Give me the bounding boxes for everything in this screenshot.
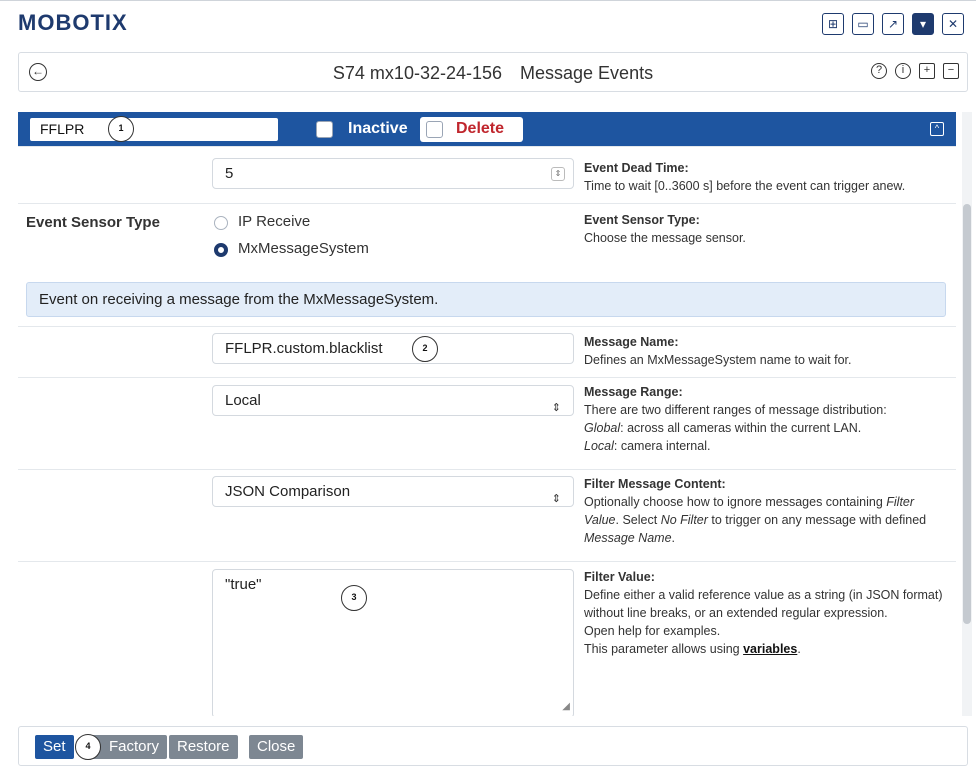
message-range-select[interactable]: Local ⇕ bbox=[212, 385, 574, 416]
filter-content-row: JSON Comparison ⇕ Filter Message Content… bbox=[18, 469, 956, 561]
dead-time-help-text: Time to wait [0..3600 s] before the even… bbox=[584, 179, 906, 193]
message-range-help-line1: There are two different ranges of messag… bbox=[584, 403, 887, 417]
filter-content-help-d: . bbox=[671, 531, 676, 545]
message-name-help-title: Message Name bbox=[584, 335, 675, 349]
expand-icon[interactable]: + bbox=[919, 63, 935, 79]
footer-bar: Set Factory Restore Close 4 bbox=[18, 726, 968, 766]
camera-name: S74 mx10-32-24-156 bbox=[332, 63, 503, 83]
filter-content-help-title: Filter Message Content bbox=[584, 477, 722, 491]
profile-name-input[interactable]: FFLPR bbox=[30, 118, 278, 141]
sensor-type-row: Event Sensor Type IP Receive MxMessageSy… bbox=[18, 203, 956, 269]
callout-badge-2: 2 bbox=[412, 336, 438, 362]
grid-icon[interactable]: ⊞ bbox=[822, 13, 844, 35]
radio-mxmessagesystem-label[interactable]: MxMessageSystem bbox=[238, 240, 369, 257]
title-bar: ← S74 mx10-32-24-156 Message Events ? i +… bbox=[18, 52, 968, 92]
brand-bar: MOBOTIX ⊞ ▭ ↗ ▾ ✕ bbox=[0, 0, 976, 44]
dead-time-value: 5 bbox=[225, 165, 234, 182]
filter-content-value: JSON Comparison bbox=[225, 483, 351, 500]
select-arrow-icon: ⇕ bbox=[551, 402, 561, 414]
set-button[interactable]: Set bbox=[35, 735, 74, 759]
callout-badge-4: 4 bbox=[75, 734, 101, 760]
variables-link[interactable]: variables bbox=[743, 642, 797, 656]
close-button[interactable]: Close bbox=[249, 735, 304, 759]
message-name-help-text: Defines an MxMessageSystem name to wait … bbox=[584, 353, 852, 367]
dead-time-help: Event Dead Time: Time to wait [0..3600 s… bbox=[584, 161, 906, 193]
message-range-help-global-text: : across all cameras within the current … bbox=[620, 421, 862, 435]
message-range-help: Message Range: There are two different r… bbox=[584, 385, 887, 453]
info-banner: Event on receiving a message from the Mx… bbox=[26, 282, 946, 317]
filter-content-help-c: to trigger on any message with defined bbox=[707, 513, 927, 527]
filter-content-help-term3: Message Name bbox=[584, 531, 672, 545]
filter-value-help-text2: Open help for examples. bbox=[584, 624, 721, 638]
window-controls: ⊞ ▭ ↗ ▾ ✕ bbox=[822, 13, 964, 35]
message-range-value: Local bbox=[225, 392, 261, 409]
filter-content-help-a: Optionally choose how to ignore messages… bbox=[584, 495, 887, 509]
collapse-all-icon[interactable]: − bbox=[943, 63, 959, 79]
callout-badge-1: 1 bbox=[108, 116, 134, 142]
radio-ip-receive[interactable] bbox=[214, 216, 228, 230]
filter-content-help-b: . Select bbox=[615, 513, 661, 527]
radio-mxmessagesystem[interactable] bbox=[214, 243, 228, 257]
delete-checkbox[interactable] bbox=[426, 121, 443, 138]
message-name-help: Message Name: Defines an MxMessageSystem… bbox=[584, 335, 852, 367]
sensor-type-label: Event Sensor Type bbox=[26, 214, 160, 231]
title-icons: ? i + − bbox=[871, 63, 959, 79]
message-name-value: FFLPR.custom.blacklist bbox=[225, 340, 383, 357]
filter-content-help: Filter Message Content: Optionally choos… bbox=[584, 477, 927, 545]
dead-time-input[interactable]: 5 ⇕ bbox=[212, 158, 574, 189]
inactive-checkbox[interactable] bbox=[316, 121, 333, 138]
filter-value-help-text1: Define either a valid reference value as… bbox=[584, 588, 943, 620]
message-range-help-local-term: Local bbox=[584, 439, 614, 453]
info-icon[interactable]: i bbox=[895, 63, 911, 79]
panel-header: FFLPR Inactive Delete ^ bbox=[18, 112, 956, 146]
scrollbar[interactable] bbox=[962, 112, 972, 716]
message-event-panel: FFLPR Inactive Delete ^ 5 ⇕ Event Dead T… bbox=[18, 112, 956, 716]
filter-value-textarea[interactable]: "true" ◢ bbox=[212, 569, 574, 716]
spinner-icon[interactable]: ⇕ bbox=[551, 167, 565, 181]
layout-icon[interactable]: ▭ bbox=[852, 13, 874, 35]
radio-ip-receive-label[interactable]: IP Receive bbox=[238, 213, 310, 230]
collapse-icon[interactable]: ^ bbox=[930, 122, 944, 136]
delete-toggle[interactable]: Delete bbox=[420, 117, 523, 142]
sensor-type-help: Event Sensor Type: Choose the message se… bbox=[584, 213, 746, 245]
filter-content-help-term2: No Filter bbox=[660, 513, 708, 527]
page-name: Message Events bbox=[520, 63, 654, 83]
filter-content-select[interactable]: JSON Comparison ⇕ bbox=[212, 476, 574, 507]
resize-handle-icon[interactable]: ◢ bbox=[562, 698, 570, 716]
message-name-input[interactable]: FFLPR.custom.blacklist bbox=[212, 333, 574, 364]
sensor-type-help-title: Event Sensor Type bbox=[584, 213, 696, 227]
scroll-thumb[interactable] bbox=[963, 204, 971, 624]
filter-value-text: "true" bbox=[225, 576, 262, 593]
close-icon[interactable]: ✕ bbox=[942, 13, 964, 35]
inactive-label: Inactive bbox=[348, 120, 408, 137]
message-name-row: FFLPR.custom.blacklist Message Name: Def… bbox=[18, 326, 956, 377]
message-range-help-global-term: Global bbox=[584, 421, 621, 435]
restore-button[interactable]: Restore bbox=[169, 735, 238, 759]
mobotix-logo: MOBOTIX bbox=[18, 10, 128, 35]
popout-icon[interactable]: ↗ bbox=[882, 13, 904, 35]
message-range-help-title: Message Range bbox=[584, 385, 679, 399]
dead-time-help-title: Event Dead Time bbox=[584, 161, 685, 175]
help-icon[interactable]: ? bbox=[871, 63, 887, 79]
delete-label: Delete bbox=[456, 120, 505, 137]
page-title: S74 mx10-32-24-156 Message Events bbox=[19, 63, 967, 84]
dead-time-row: 5 ⇕ Event Dead Time: Time to wait [0..36… bbox=[18, 146, 956, 203]
select-arrow-icon: ⇕ bbox=[551, 493, 561, 505]
filter-value-row: "true" ◢ Filter Value: Define either a v… bbox=[18, 561, 956, 716]
filter-value-help-text4: . bbox=[797, 642, 801, 656]
sensor-type-help-text: Choose the message sensor. bbox=[584, 231, 746, 245]
message-range-help-local-text: : camera internal. bbox=[613, 439, 711, 453]
filter-value-help-title: Filter Value bbox=[584, 570, 651, 584]
filter-value-help-text3: This parameter allows using bbox=[584, 642, 744, 656]
callout-badge-3: 3 bbox=[341, 585, 367, 611]
filter-value-help: Filter Value: Define either a valid refe… bbox=[584, 570, 943, 656]
message-range-row: Local ⇕ Message Range: There are two dif… bbox=[18, 377, 956, 469]
dropdown-icon[interactable]: ▾ bbox=[912, 13, 934, 35]
